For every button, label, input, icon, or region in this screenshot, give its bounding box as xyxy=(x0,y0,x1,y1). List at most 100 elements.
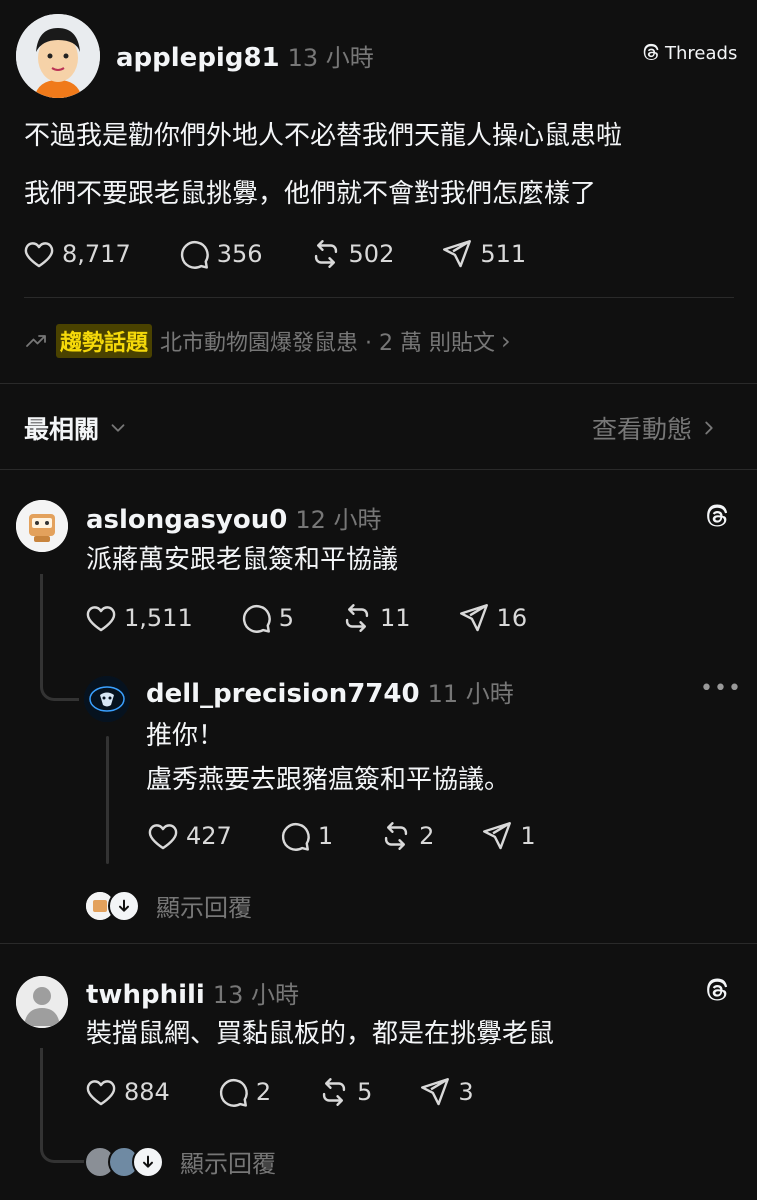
arrow-down-icon xyxy=(132,1145,164,1178)
reply-username[interactable]: aslongasyou0 xyxy=(86,505,287,535)
comment-count: 2 xyxy=(255,1078,272,1106)
reply-actions: 427 1 2 1 xyxy=(146,816,536,856)
reply-actions: 1,511 5 11 16 xyxy=(84,598,527,638)
comment-count: 5 xyxy=(278,604,294,632)
divider xyxy=(24,297,734,298)
share-button[interactable]: 16 xyxy=(457,601,528,635)
like-count: 1,511 xyxy=(124,604,193,632)
divider xyxy=(0,943,757,944)
repost-icon xyxy=(314,240,337,268)
like-button[interactable]: 1,511 xyxy=(84,601,193,635)
reply-author-avatar[interactable] xyxy=(84,676,130,722)
post-text-line-2: 我們不要跟老鼠挑釁，他們就不會對我們怎麼樣了 xyxy=(24,179,597,209)
repost-count: 5 xyxy=(357,1078,373,1106)
threads-logo-icon xyxy=(643,43,659,60)
repost-icon xyxy=(322,1078,346,1106)
share-icon xyxy=(483,822,512,850)
comment-button[interactable]: 356 xyxy=(177,237,263,271)
trending-text: 北市動物園爆發鼠患 · 2 萬 則貼文 xyxy=(160,331,495,356)
share-button[interactable]: 511 xyxy=(440,237,526,271)
repost-count: 502 xyxy=(348,240,395,268)
threads-brand[interactable]: Threads xyxy=(640,42,737,64)
sort-dropdown[interactable]: 最相關 xyxy=(24,410,129,446)
reply-time: 13 小時 xyxy=(212,981,299,1009)
view-activity-label: 查看動態 xyxy=(592,415,693,444)
show-replies-button[interactable]: 顯示回覆 xyxy=(84,888,252,923)
reply-avatar-stack xyxy=(84,1145,164,1178)
show-replies-label: 顯示回覆 xyxy=(180,1150,276,1178)
repost-button[interactable]: 502 xyxy=(309,237,395,271)
reply-author-avatar[interactable] xyxy=(16,500,68,552)
avatar-image xyxy=(16,14,100,98)
divider xyxy=(0,469,757,470)
post-username[interactable]: applepig81 xyxy=(116,43,280,73)
post-text-line-1: 不過我是勸你們外地人不必替我們天龍人操心鼠患啦 xyxy=(24,121,623,151)
comment-button[interactable]: 2 xyxy=(216,1075,271,1109)
comment-count: 356 xyxy=(216,240,263,268)
reply-text: 裝擋鼠網、買黏鼠板的，都是在挑釁老鼠 xyxy=(86,1019,555,1049)
post-author-avatar[interactable] xyxy=(16,14,100,98)
comment-button[interactable]: 5 xyxy=(239,601,294,635)
show-replies-button[interactable]: 顯示回覆 xyxy=(84,1144,276,1179)
like-button[interactable]: 8,717 xyxy=(22,237,131,271)
trending-arrow-icon xyxy=(26,335,46,347)
comment-icon xyxy=(242,604,271,633)
like-button[interactable]: 427 xyxy=(146,819,232,853)
heart-icon xyxy=(86,1080,116,1106)
comment-icon xyxy=(219,1078,248,1107)
show-replies-label: 顯示回覆 xyxy=(156,894,252,922)
comment-icon xyxy=(180,240,209,269)
more-options-icon[interactable]: ••• xyxy=(700,676,742,701)
reply-text-line-2: 盧秀燕要去跟豬瘟簽和平協議。 xyxy=(146,765,511,795)
share-button[interactable]: 3 xyxy=(418,1075,474,1109)
repost-button[interactable]: 2 xyxy=(379,819,434,853)
reply-header: aslongasyou0 12 小時 xyxy=(86,500,382,535)
reply-author-avatar[interactable] xyxy=(16,976,68,1028)
repost-button[interactable]: 5 xyxy=(317,1075,372,1109)
reply-username[interactable]: dell_precision7740 xyxy=(146,679,420,709)
heart-icon xyxy=(24,242,54,268)
repost-count: 2 xyxy=(419,822,435,850)
arrow-down-icon xyxy=(108,889,140,922)
chevron-right-icon xyxy=(705,421,713,435)
reply-time: 11 小時 xyxy=(427,680,514,708)
share-count: 511 xyxy=(480,240,527,268)
reply-username[interactable]: twhphili xyxy=(86,980,205,1010)
view-activity-link[interactable]: 查看動態 xyxy=(592,410,720,446)
trending-badge: 趨勢話題 xyxy=(56,324,153,358)
repost-button[interactable]: 11 xyxy=(340,601,411,635)
trending-topic[interactable]: 趨勢話題 北市動物園爆發鼠患 · 2 萬 則貼文 › xyxy=(24,324,511,358)
repost-count: 11 xyxy=(380,604,411,632)
comment-button[interactable]: 1 xyxy=(278,819,333,853)
share-count: 16 xyxy=(496,604,528,632)
threads-logo-icon[interactable] xyxy=(702,976,732,1006)
avatar-image xyxy=(16,500,68,552)
sort-label: 最相關 xyxy=(24,415,100,444)
threads-brand-label: Threads xyxy=(665,42,738,64)
share-icon xyxy=(459,604,488,632)
thread-connector xyxy=(40,574,79,701)
reply-header: dell_precision7740 11 小時 xyxy=(146,674,514,709)
post-header: applepig81 13 小時 xyxy=(116,38,374,73)
post-actions: 8,717 356 502 511 xyxy=(22,234,526,274)
repost-icon xyxy=(345,604,369,632)
comment-icon xyxy=(281,822,310,851)
post-time: 13 小時 xyxy=(287,44,374,72)
default-user-icon xyxy=(16,976,68,1028)
share-count: 3 xyxy=(458,1078,474,1106)
reply-avatar-stack xyxy=(84,889,140,922)
share-button[interactable]: 1 xyxy=(480,819,536,853)
chevron-right-icon: › xyxy=(500,327,511,355)
like-count: 427 xyxy=(186,822,232,850)
threads-logo-icon[interactable] xyxy=(702,502,732,532)
like-count: 8,717 xyxy=(62,240,131,268)
share-icon xyxy=(421,1078,450,1106)
like-button[interactable]: 884 xyxy=(84,1075,170,1109)
repost-icon xyxy=(384,822,408,850)
reply-header: twhphili 13 小時 xyxy=(86,975,299,1010)
avatar-image xyxy=(84,676,130,722)
share-count: 1 xyxy=(520,822,536,850)
share-icon xyxy=(443,240,472,268)
reply-text: 派蔣萬安跟老鼠簽和平協議 xyxy=(86,545,399,575)
comment-count: 1 xyxy=(317,822,334,850)
